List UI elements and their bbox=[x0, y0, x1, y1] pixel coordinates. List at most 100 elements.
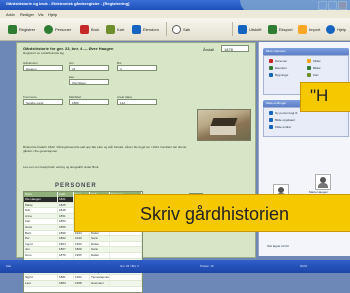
toolbar-personer-button[interactable]: Personer bbox=[44, 24, 71, 34]
toolbar-registrer-button[interactable]: Registrer bbox=[8, 24, 35, 34]
kommune-field[interactable]: Søndre Land bbox=[23, 99, 63, 105]
shortcut-bygninger[interactable]: Bygninger bbox=[269, 73, 289, 77]
photo-roof bbox=[210, 118, 238, 126]
building-icon bbox=[269, 73, 273, 77]
shortcut-personer[interactable]: Personer bbox=[269, 59, 287, 63]
table-cell: Guro bbox=[24, 252, 58, 258]
table-cell: 1856 bbox=[58, 224, 74, 230]
form-subtitle: Registrert av Lokalhistorisk lag bbox=[23, 51, 64, 55]
table-cell: Sønn bbox=[90, 236, 110, 241]
toolbar-label: Kart bbox=[117, 26, 125, 32]
table-cell bbox=[110, 236, 142, 241]
recent-label: Bilde oppdatert bbox=[275, 118, 296, 122]
toolbar-import-button[interactable]: Import bbox=[298, 24, 320, 34]
toolbar-sok-button[interactable]: Søk bbox=[172, 24, 190, 34]
table-cell: 1862 bbox=[58, 236, 74, 241]
import-icon bbox=[298, 24, 307, 34]
table-cell: Husmann bbox=[90, 280, 110, 286]
panel-footer: Sist lagret 12.03 bbox=[267, 244, 289, 248]
menu-item-hjelp[interactable]: Hjelp bbox=[48, 12, 57, 17]
table-cell bbox=[110, 247, 142, 252]
table-cell: Lars bbox=[24, 280, 58, 286]
table-cell: 1853 bbox=[58, 219, 74, 224]
table-cell: 1825 bbox=[58, 202, 74, 208]
toolbar-label: Hjelp bbox=[337, 26, 347, 32]
table-cell: Ingrid bbox=[24, 241, 58, 247]
table-cell: 1864 bbox=[58, 241, 74, 247]
table-cell bbox=[110, 241, 142, 247]
table-cell: 1851 bbox=[58, 213, 74, 219]
shortcuts-header[interactable]: Mine snarveier bbox=[263, 48, 349, 55]
toolbar-label: Utskrift bbox=[249, 26, 262, 32]
status-count: Poster: 16 bbox=[200, 264, 214, 268]
recent-item[interactable]: Bilde oppdatert bbox=[269, 118, 295, 122]
shortcut-bilder[interactable]: Bilder bbox=[307, 66, 321, 70]
toolbar-hjelp-button[interactable]: Hjelp bbox=[326, 24, 346, 34]
toolbar-utskrift-button[interactable]: Utskrift bbox=[238, 24, 261, 34]
map-icon bbox=[106, 24, 115, 34]
table-cell: 1962 bbox=[74, 275, 90, 280]
callout-bottom-text: Skriv gårdhistorien bbox=[140, 204, 290, 224]
shortcut-label: Personer bbox=[275, 59, 288, 63]
map-icon bbox=[307, 73, 311, 77]
recent-label: Ny person lagt til bbox=[275, 111, 298, 115]
table-cell: Datter bbox=[90, 252, 110, 258]
toolbar-eiendom-button[interactable]: Eiendom bbox=[132, 24, 159, 34]
toolbar: Registrer Personer Bruk Kart Eiendom Søk… bbox=[0, 18, 350, 41]
shortcut-kart[interactable]: Kart bbox=[307, 73, 319, 77]
table-cell: Hans bbox=[24, 224, 58, 230]
matrikkel-field[interactable]: 1886 bbox=[69, 99, 109, 105]
toolbar-label: Personer bbox=[55, 26, 72, 32]
table-cell bbox=[110, 252, 142, 258]
photo-wall bbox=[210, 126, 236, 135]
gardsnavn-field[interactable]: Haugen bbox=[23, 65, 63, 71]
toolbar-bruk-button[interactable]: Bruk bbox=[80, 24, 99, 34]
table-cell: Per bbox=[24, 236, 58, 241]
table-row[interactable]: Lars 1884 1958 Husmann bbox=[24, 280, 142, 287]
people-icon bbox=[269, 59, 273, 63]
table-cell bbox=[110, 280, 142, 286]
table-cell: Ole Haugen bbox=[24, 197, 58, 202]
areal-field[interactable]: 142 bbox=[117, 99, 157, 105]
toolbar-label: Eiendom bbox=[143, 26, 159, 32]
shortcut-label: Bygninger bbox=[275, 73, 289, 77]
help-icon bbox=[326, 24, 335, 34]
search-icon bbox=[172, 24, 181, 34]
toolbar-kart-button[interactable]: Kart bbox=[106, 24, 124, 34]
farm-photo[interactable] bbox=[197, 109, 251, 141]
table-cell: 1867 bbox=[58, 247, 74, 252]
table-cell: 1955 bbox=[74, 252, 90, 258]
image-icon bbox=[307, 66, 311, 70]
shortcut-label: Bilder bbox=[313, 66, 321, 70]
table-cell: Datter bbox=[90, 241, 110, 247]
table-cell: Marte bbox=[24, 202, 58, 208]
people-icon bbox=[44, 24, 53, 34]
gnr-field[interactable]: 23 bbox=[69, 65, 109, 71]
toolbar-eksport-button[interactable]: Eksport bbox=[268, 24, 293, 34]
callout-top-text: "H bbox=[310, 86, 329, 105]
table-cell: 1870 bbox=[58, 252, 74, 258]
bnr-field[interactable]: 4 bbox=[117, 65, 157, 71]
menu-item-arkiv[interactable]: Arkiv bbox=[6, 12, 15, 17]
bullet-icon bbox=[269, 111, 273, 115]
table-cell: 1848 bbox=[58, 208, 74, 213]
shortcut-kilder[interactable]: Kilder bbox=[307, 59, 321, 63]
table-cell bbox=[110, 275, 142, 280]
bullet-icon bbox=[269, 118, 273, 122]
window-title: Gårdshistorie og bruk - Elektronisk gård… bbox=[6, 1, 130, 6]
recent-label: Kilde endret bbox=[275, 125, 292, 129]
shortcut-label: Eiendom bbox=[275, 66, 287, 70]
property-icon bbox=[132, 24, 141, 34]
toolbar-separator bbox=[232, 22, 233, 36]
table-cell: 1950 bbox=[74, 241, 90, 247]
history-note: Les mer om husdyrhold, setring og skogsd… bbox=[23, 165, 100, 169]
eier-field[interactable]: Ola Nilsen bbox=[69, 79, 109, 85]
farm-icon bbox=[80, 24, 89, 34]
year-select[interactable]: 1878 bbox=[221, 45, 249, 52]
shortcut-eiendom[interactable]: Eiendom bbox=[269, 66, 287, 70]
recent-item[interactable]: Ny person lagt til bbox=[269, 111, 297, 115]
person-photo[interactable] bbox=[315, 174, 331, 190]
recent-item[interactable]: Kilde endret bbox=[269, 125, 291, 129]
menu-item-rediger[interactable]: Rediger bbox=[20, 12, 34, 17]
menu-item-vis[interactable]: Vis bbox=[38, 12, 43, 17]
